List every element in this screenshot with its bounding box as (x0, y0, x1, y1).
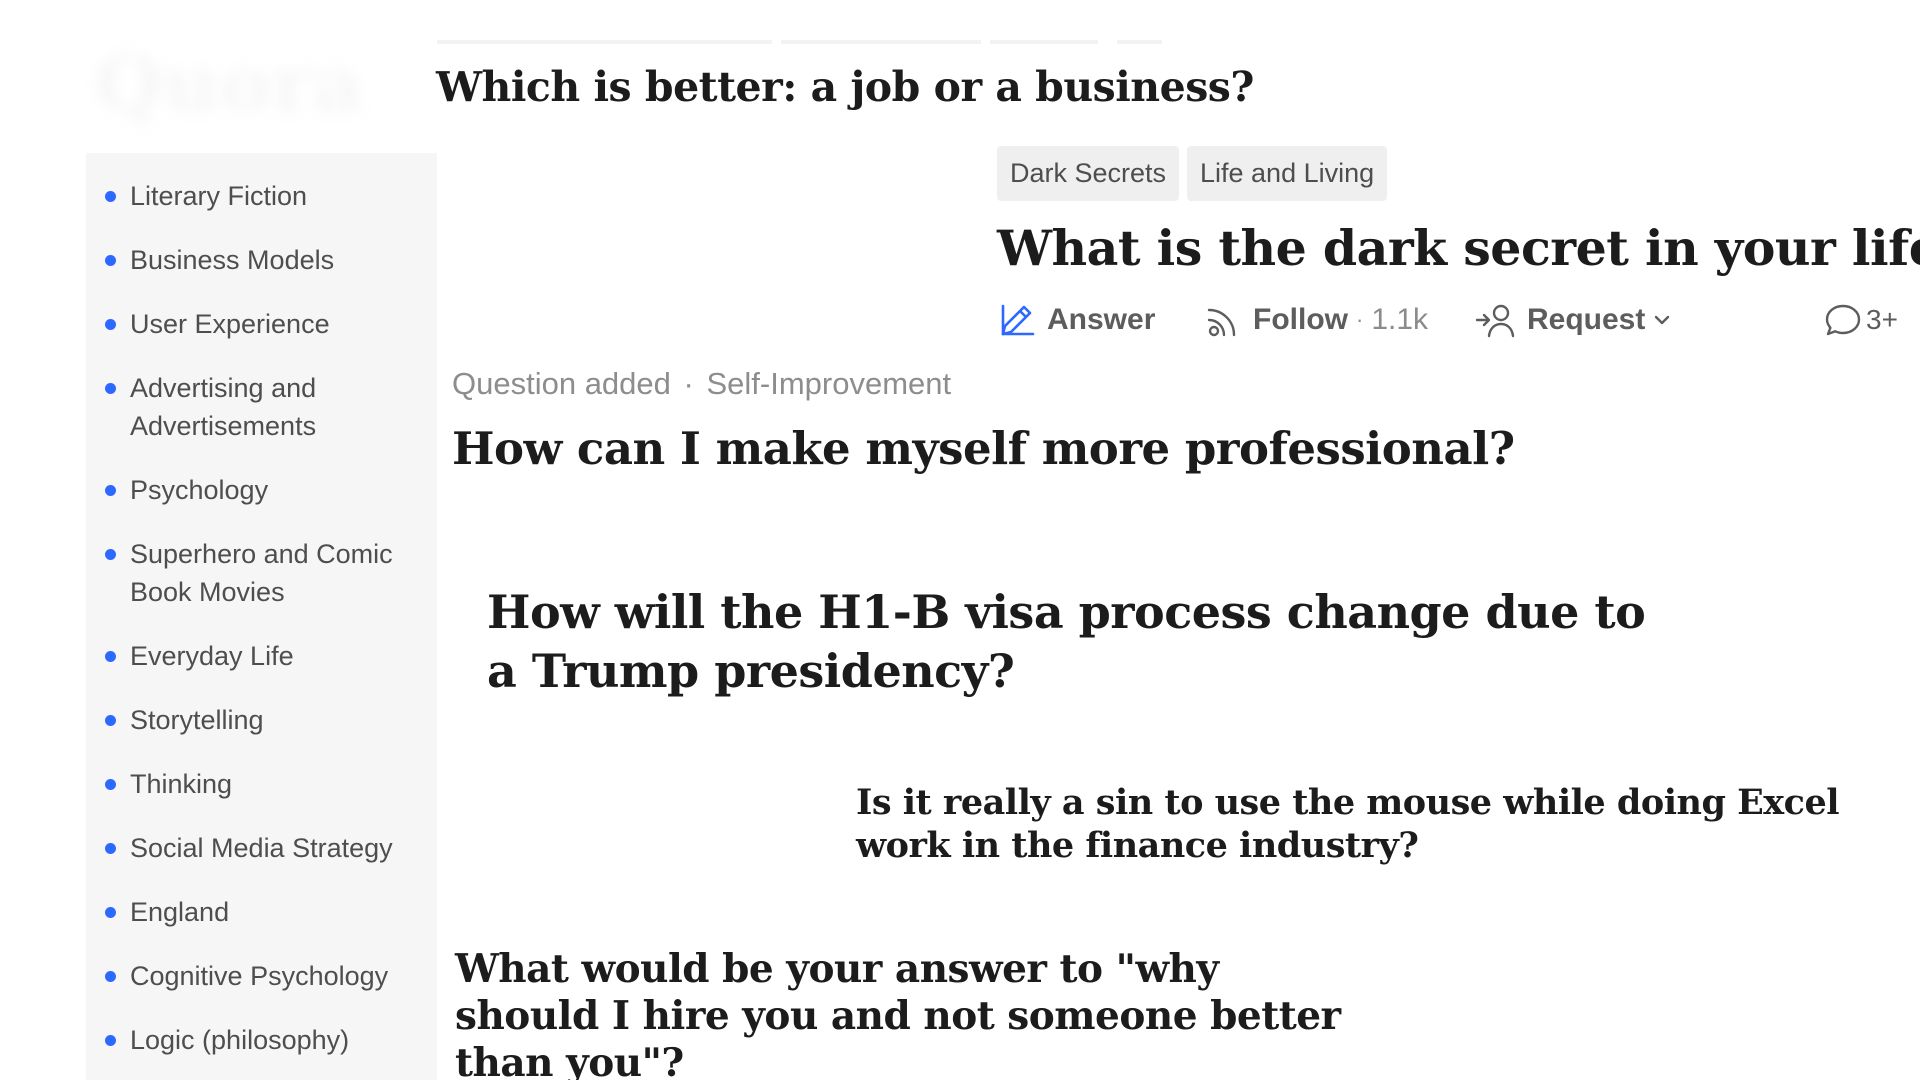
follow-label: Follow (1253, 303, 1348, 336)
request-button[interactable]: Request (1475, 297, 1671, 343)
question-title-excel-mouse[interactable]: Is it really a sin to use the mouse whil… (856, 781, 1906, 867)
sidebar-item-label: Thinking (130, 769, 233, 799)
quora-logo[interactable]: Quora (95, 30, 415, 140)
comments-count: 3+ (1866, 304, 1898, 335)
bullet-icon (105, 485, 116, 496)
sidebar-item-label: Literary Fiction (130, 181, 308, 211)
topic-tag-dark-secrets[interactable]: Dark Secrets (997, 146, 1180, 201)
answer-button[interactable]: Answer (997, 297, 1155, 343)
bullet-icon (105, 971, 116, 982)
follow-button[interactable]: Follow · 1.1k (1205, 297, 1428, 343)
bullet-icon (105, 843, 116, 854)
bullet-icon (105, 549, 116, 560)
bullet-icon (105, 1035, 116, 1046)
request-icon (1475, 301, 1517, 339)
bullet-icon (105, 319, 116, 330)
answer-label: Answer (1047, 303, 1156, 336)
sidebar-item-label: User Experience (130, 309, 330, 339)
pencil-icon (997, 300, 1037, 340)
top-strip (1117, 40, 1162, 44)
follow-separator: · (1355, 307, 1364, 332)
question-title-why-hire-you[interactable]: What would be your answer to "why should… (455, 946, 1375, 1080)
chevron-down-icon (1653, 313, 1671, 327)
topic-tag-life-and-living[interactable]: Life and Living (1187, 146, 1388, 201)
bullet-icon (105, 191, 116, 202)
sidebar-item-label: Storytelling (130, 705, 264, 735)
sidebar-item-label: Logic (philosophy) (130, 1025, 350, 1055)
sidebar-item-label: England (130, 897, 230, 927)
sidebar-item-label: Cognitive Psychology (130, 961, 389, 991)
sidebar-item-label: Psychology (130, 475, 269, 505)
question-meta: Question added · Self-Improvement (452, 366, 951, 402)
top-strip (990, 40, 1098, 44)
sidebar-item-label: Everyday Life (130, 641, 294, 671)
sidebar-item-label: Superhero and Comic Book Movies (130, 539, 393, 607)
comments-button[interactable]: 3+ (1824, 297, 1898, 343)
bullet-icon (105, 907, 116, 918)
question-topic[interactable]: Self-Improvement (706, 366, 951, 401)
bullet-icon (105, 383, 116, 394)
question-title-dark-secret[interactable]: What is the dark secret in your life? (997, 218, 1920, 278)
question-title-job-or-business[interactable]: Which is better: a job or a business? (436, 60, 1254, 114)
top-strip (781, 40, 981, 44)
follow-count: 1.1k (1371, 303, 1429, 336)
request-label: Request (1527, 303, 1646, 336)
question-added-label: Question added (452, 366, 671, 401)
sidebar-item-label: Advertising and Advertisements (130, 373, 317, 441)
question-title-more-professional[interactable]: How can I make myself more professional? (452, 420, 1515, 478)
question-title-h1b-visa[interactable]: How will the H1-B visa process change du… (487, 583, 1647, 701)
sidebar-item-label: Business Models (130, 245, 335, 275)
bullet-icon (105, 779, 116, 790)
comment-icon (1824, 301, 1862, 339)
follow-icon (1205, 301, 1243, 339)
page-canvas: Quora Literary Fiction Business Models U… (0, 0, 1920, 1080)
topics-sidebar: Literary Fiction Business Models User Ex… (86, 153, 437, 1080)
sidebar-item-label: Social Media Strategy (130, 833, 393, 863)
top-strip (437, 40, 772, 44)
bullet-icon (105, 715, 116, 726)
bullet-icon (105, 255, 116, 266)
bullet-icon (105, 651, 116, 662)
meta-separator: · (683, 366, 694, 401)
